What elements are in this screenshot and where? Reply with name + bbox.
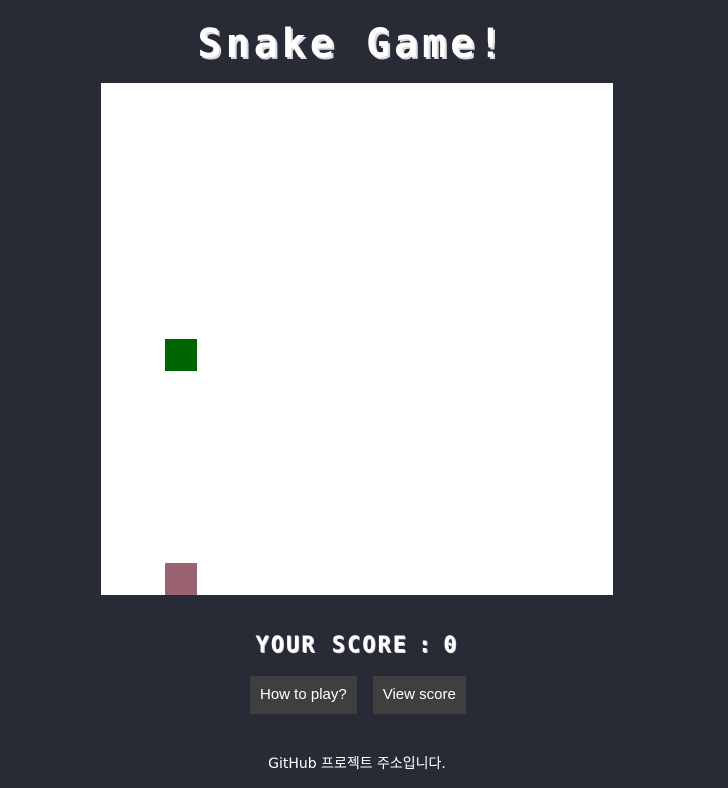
view-score-button[interactable]: View score bbox=[372, 676, 466, 714]
how-to-play-button[interactable]: How to play? bbox=[250, 676, 357, 714]
game-board[interactable] bbox=[101, 83, 613, 595]
score-display: YOUR SCORE:0 bbox=[0, 631, 714, 661]
score-label: YOUR SCORE bbox=[255, 633, 408, 658]
page-title: Snake Game! bbox=[197, 21, 507, 67]
score-separator: : bbox=[417, 633, 434, 658]
score-value: 0 bbox=[443, 633, 459, 658]
food-item bbox=[165, 563, 197, 595]
snake-head bbox=[165, 339, 197, 371]
button-group: How to play? View score bbox=[250, 676, 466, 714]
github-link[interactable]: GitHub 프로젝트 주소입니다. bbox=[0, 754, 714, 774]
snake-game-page: Snake Game! YOUR SCORE:0 How to play? Vi… bbox=[0, 0, 728, 788]
